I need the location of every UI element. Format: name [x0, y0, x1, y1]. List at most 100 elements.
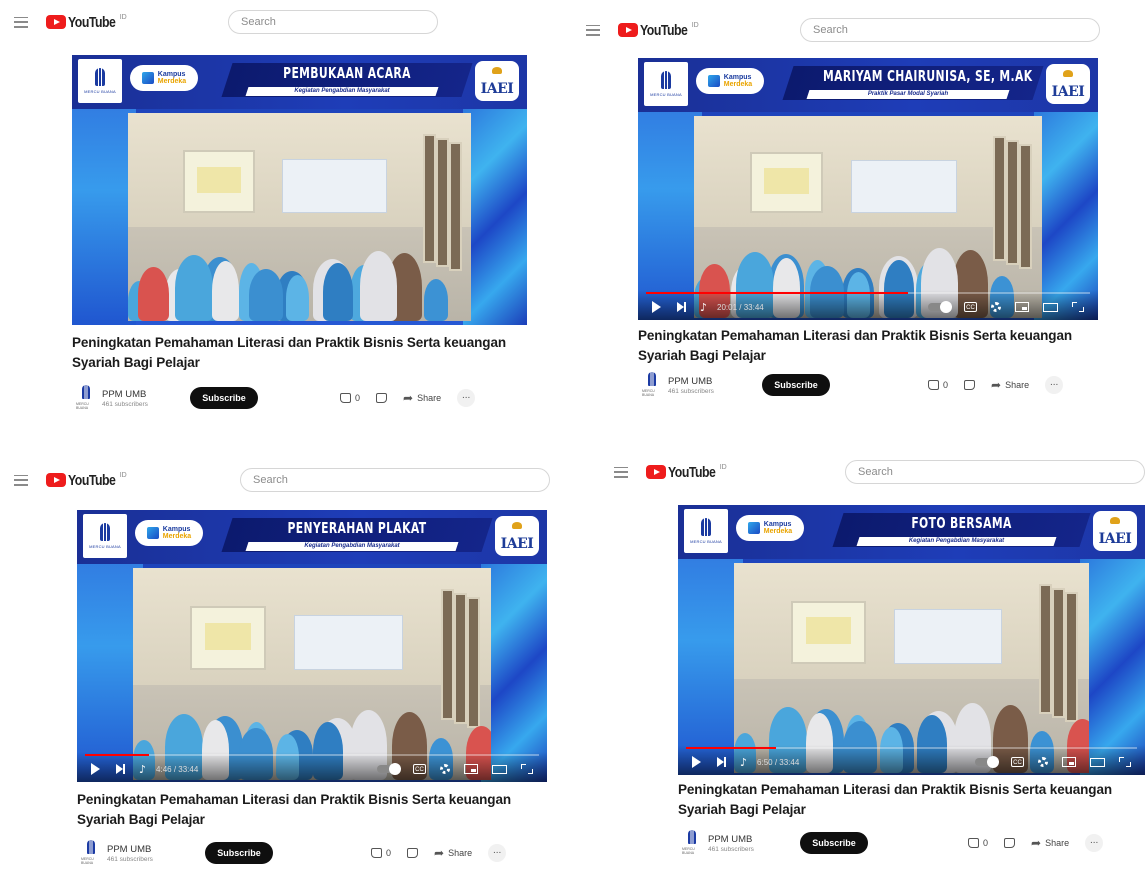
channel-info[interactable]: MERCU BUANA PPM UMB 461 subscribers: [81, 840, 153, 866]
subscribe-button[interactable]: Subscribe: [190, 387, 258, 409]
subscribe-button[interactable]: Subscribe: [762, 374, 830, 396]
like-count: 0: [983, 838, 989, 848]
progress-bar[interactable]: [646, 292, 1090, 294]
video-player[interactable]: MERCU BUANA Kampus Merdeka FOTO BERSAMA Kegi…: [678, 505, 1145, 775]
more-icon[interactable]: ...: [1045, 376, 1064, 394]
like-icon: [340, 393, 351, 403]
video-title: Peningkatan Pemahaman Literasi dan Prakt…: [72, 335, 507, 370]
fullscreen-icon[interactable]: [1119, 757, 1131, 767]
channel-info[interactable]: MERCU BUANA PPM UMB 461 subscribers: [682, 830, 754, 856]
play-icon[interactable]: [91, 763, 100, 775]
autoplay-toggle-icon[interactable]: [377, 763, 401, 775]
theater-icon[interactable]: [1090, 757, 1105, 767]
progress-bar[interactable]: [85, 754, 539, 756]
university-logo: MERCU BUANA: [83, 514, 127, 558]
share-button[interactable]: ➦ Share: [991, 378, 1029, 392]
fullscreen-icon[interactable]: [521, 764, 533, 774]
share-label: Share: [1045, 838, 1070, 848]
channel-info[interactable]: MERCU BUANA PPM UMB 461 subscribers: [642, 372, 714, 398]
channel-info[interactable]: MERCU BUANA PPM UMB 461 subscribers: [76, 385, 148, 411]
miniplayer-icon[interactable]: [1015, 302, 1029, 312]
search-input[interactable]: Search: [845, 460, 1145, 484]
search-input[interactable]: Search: [800, 18, 1100, 42]
autoplay-toggle-icon[interactable]: [975, 756, 999, 768]
video-actions: 0 ➦ Share...: [340, 389, 476, 407]
more-icon[interactable]: ...: [457, 389, 476, 407]
miniplayer-icon[interactable]: [464, 764, 478, 774]
settings-icon[interactable]: [440, 764, 450, 774]
settings-icon[interactable]: [991, 302, 1001, 312]
captions-icon[interactable]: CC: [964, 302, 977, 312]
like-button[interactable]: 0: [928, 380, 948, 390]
share-button[interactable]: ➦ Share: [1031, 836, 1069, 850]
iaei-logo: IAEI: [1046, 64, 1090, 104]
channel-name[interactable]: PPM UMB: [102, 389, 148, 400]
volume-icon[interactable]: ♪: [139, 763, 146, 776]
volume-icon[interactable]: ♪: [740, 756, 747, 769]
next-icon[interactable]: [717, 757, 726, 767]
kampus-merdeka-text: Kampus Merdeka: [764, 521, 792, 535]
dislike-button[interactable]: [964, 380, 976, 390]
share-button[interactable]: ➦ Share: [403, 391, 441, 405]
next-icon[interactable]: [677, 302, 686, 312]
play-icon[interactable]: [652, 301, 661, 313]
audience: [128, 227, 471, 321]
video-player[interactable]: MERCU BUANA Kampus Merdeka MARIYAM CHAIRUNI…: [638, 58, 1098, 320]
player-controls: ♪ 4:46 / 33:44 CC: [77, 752, 547, 782]
dislike-button[interactable]: [1004, 838, 1016, 848]
channel-avatar[interactable]: MERCU BUANA: [81, 840, 101, 866]
like-button[interactable]: 0: [340, 393, 360, 403]
menu-icon[interactable]: [14, 16, 28, 28]
channel-avatar[interactable]: MERCU BUANA: [76, 385, 96, 411]
video-player[interactable]: MERCU BUANA Kampus Merdeka PEMBUKAAN ACARA K…: [72, 55, 527, 325]
menu-icon[interactable]: [614, 466, 628, 478]
fullscreen-icon[interactable]: [1072, 302, 1084, 312]
dislike-button[interactable]: [376, 393, 388, 403]
kampus-merdeka-logo: Kampus Merdeka: [736, 515, 804, 541]
person: [175, 255, 213, 321]
play-icon[interactable]: [692, 756, 701, 768]
more-icon[interactable]: ...: [1085, 834, 1104, 852]
right-controls: CC: [377, 763, 533, 775]
channel-name[interactable]: PPM UMB: [708, 834, 754, 845]
like-button[interactable]: 0: [968, 838, 988, 848]
more-icon[interactable]: ...: [488, 844, 507, 862]
next-icon[interactable]: [116, 764, 125, 774]
youtube-logo[interactable]: YouTube ID: [46, 14, 127, 31]
captions-icon[interactable]: CC: [413, 764, 426, 774]
captions-icon[interactable]: CC: [1011, 757, 1024, 767]
channel-avatar[interactable]: MERCU BUANA: [682, 830, 702, 856]
video-player[interactable]: MERCU BUANA Kampus Merdeka PENYERAHAN PLAKA…: [77, 510, 547, 782]
theater-icon[interactable]: [1043, 302, 1058, 312]
person: [138, 267, 169, 321]
search-input[interactable]: Search: [240, 468, 550, 492]
like-button[interactable]: 0: [371, 848, 391, 858]
share-label: Share: [1005, 380, 1030, 390]
channel-name[interactable]: PPM UMB: [107, 844, 153, 855]
subscribe-button[interactable]: Subscribe: [205, 842, 273, 864]
menu-icon[interactable]: [14, 474, 28, 486]
iaei-logo: IAEI: [475, 61, 519, 101]
channel-avatar[interactable]: MERCU BUANA: [642, 372, 662, 398]
autoplay-toggle-icon[interactable]: [928, 301, 952, 313]
video-actions: 0 ➦ Share...: [371, 844, 507, 862]
time-display: 20:01 / 33:44: [717, 302, 764, 312]
projector-screen: [190, 606, 266, 670]
youtube-logo[interactable]: YouTube ID: [618, 22, 699, 39]
progress-bar[interactable]: [686, 747, 1137, 749]
settings-icon[interactable]: [1038, 757, 1048, 767]
volume-icon[interactable]: ♪: [700, 301, 707, 314]
university-logo: MERCU BUANA: [78, 59, 122, 103]
share-button[interactable]: ➦ Share: [434, 846, 472, 860]
subscribe-button[interactable]: Subscribe: [800, 832, 868, 854]
youtube-logo[interactable]: YouTube ID: [46, 472, 127, 489]
channel-avatar-icon: [82, 385, 90, 399]
miniplayer-icon[interactable]: [1062, 757, 1076, 767]
search-input[interactable]: Search: [228, 10, 438, 34]
youtube-logo[interactable]: YouTube ID: [646, 464, 727, 481]
slide-title: MARIYAM CHAIRUNISA, SE, M.AK: [823, 67, 1033, 85]
menu-icon[interactable]: [586, 24, 600, 36]
dislike-button[interactable]: [407, 848, 419, 858]
theater-icon[interactable]: [492, 764, 507, 774]
channel-name[interactable]: PPM UMB: [668, 376, 714, 387]
